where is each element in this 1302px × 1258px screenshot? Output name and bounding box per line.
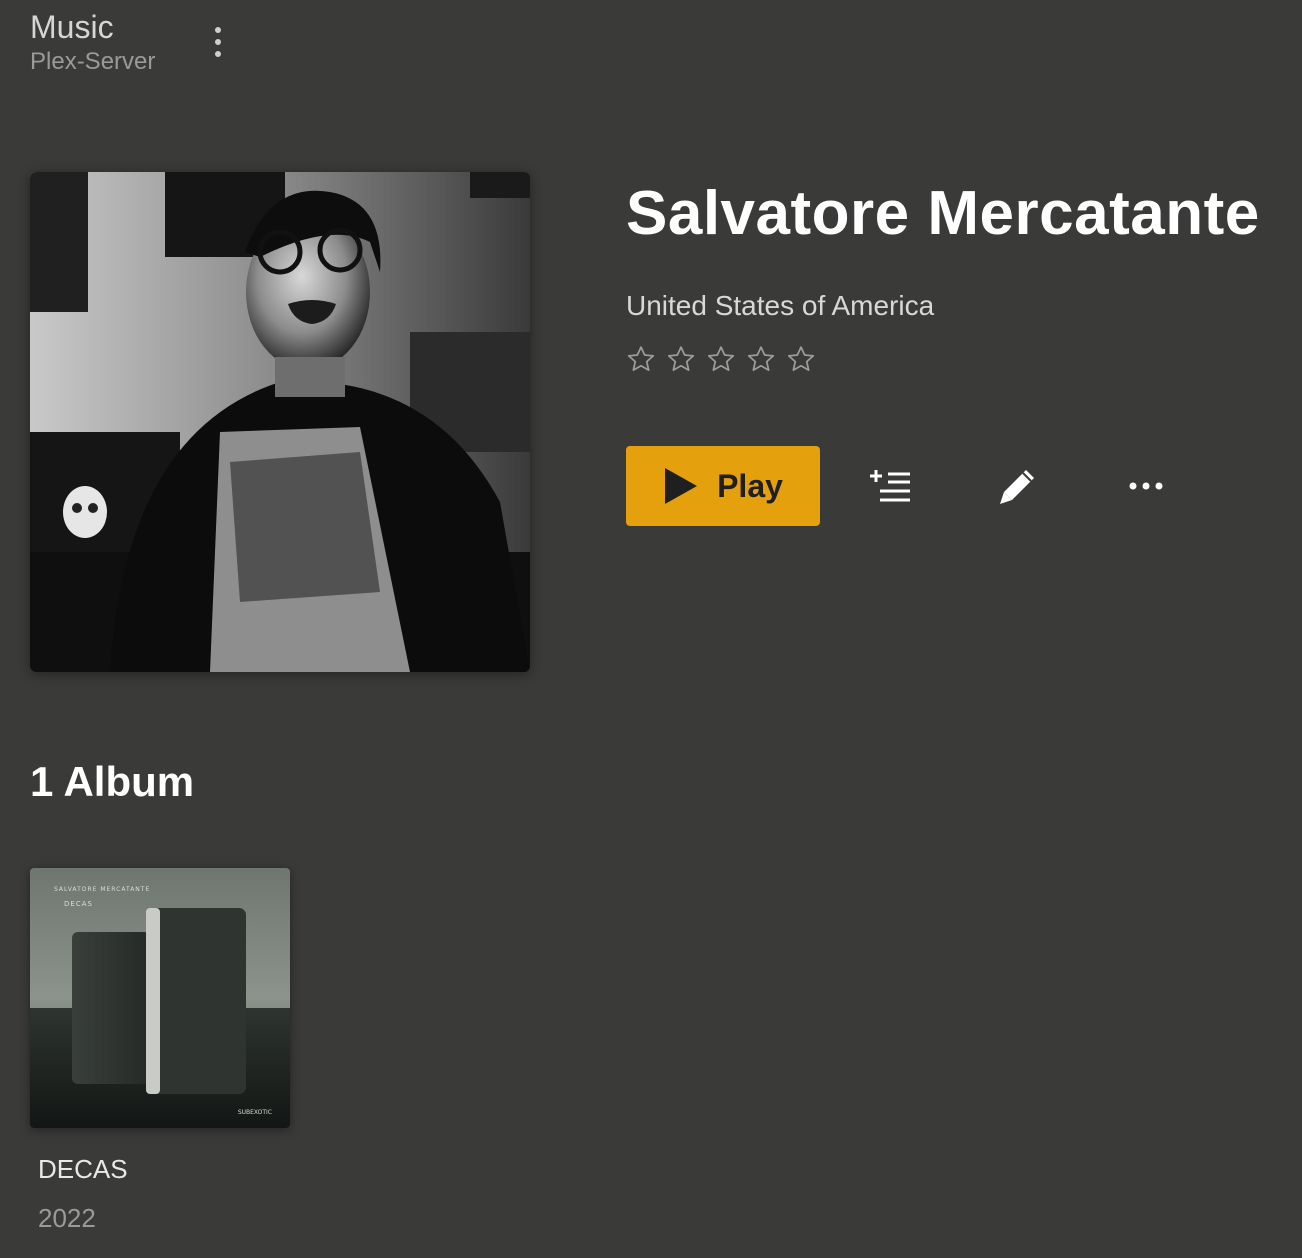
star-outline-icon[interactable] [666,344,696,374]
play-icon [665,468,698,504]
artist-country: United States of America [626,290,935,321]
play-button[interactable]: Play [626,446,820,526]
album-title[interactable]: DECAS [30,1154,290,1185]
star-outline-icon[interactable] [786,344,816,374]
edit-button[interactable] [988,456,1048,516]
add-to-queue-icon [870,470,910,502]
rating-stars[interactable] [626,344,1286,374]
play-button-label: Play [717,467,783,504]
artist-name: Salvatore Mercatante [626,179,1260,248]
library-title[interactable]: Music [30,8,155,46]
cover-artist-text: SALVATORE MERCATANTE [54,886,151,893]
pencil-icon [1000,470,1034,504]
album-year: 2022 [38,1203,96,1233]
add-to-queue-button[interactable] [860,456,920,516]
star-outline-icon[interactable] [706,344,736,374]
star-outline-icon[interactable] [746,344,776,374]
server-name: Plex-Server [30,48,156,75]
artist-info: Salvatore Mercatante United States of Am… [626,178,1286,526]
album-cover[interactable]: SALVATORE MERCATANTE DECAS SUBEXOTIC [30,868,290,1128]
album-card[interactable]: SALVATORE MERCATANTE DECAS SUBEXOTIC DEC… [30,868,290,1234]
more-options-icon [1129,482,1163,490]
cover-title-text: DECAS [64,900,93,908]
cover-label-text: SUBEXOTIC [237,1109,272,1116]
kebab-menu-icon[interactable] [202,22,234,62]
action-bar: Play [626,446,1286,526]
artist-photo [30,172,530,672]
more-options-button[interactable] [1116,456,1176,516]
albums-section-title: 1 Album [30,758,195,805]
library-header: Music Plex-Server [30,8,155,76]
star-outline-icon[interactable] [626,344,656,374]
